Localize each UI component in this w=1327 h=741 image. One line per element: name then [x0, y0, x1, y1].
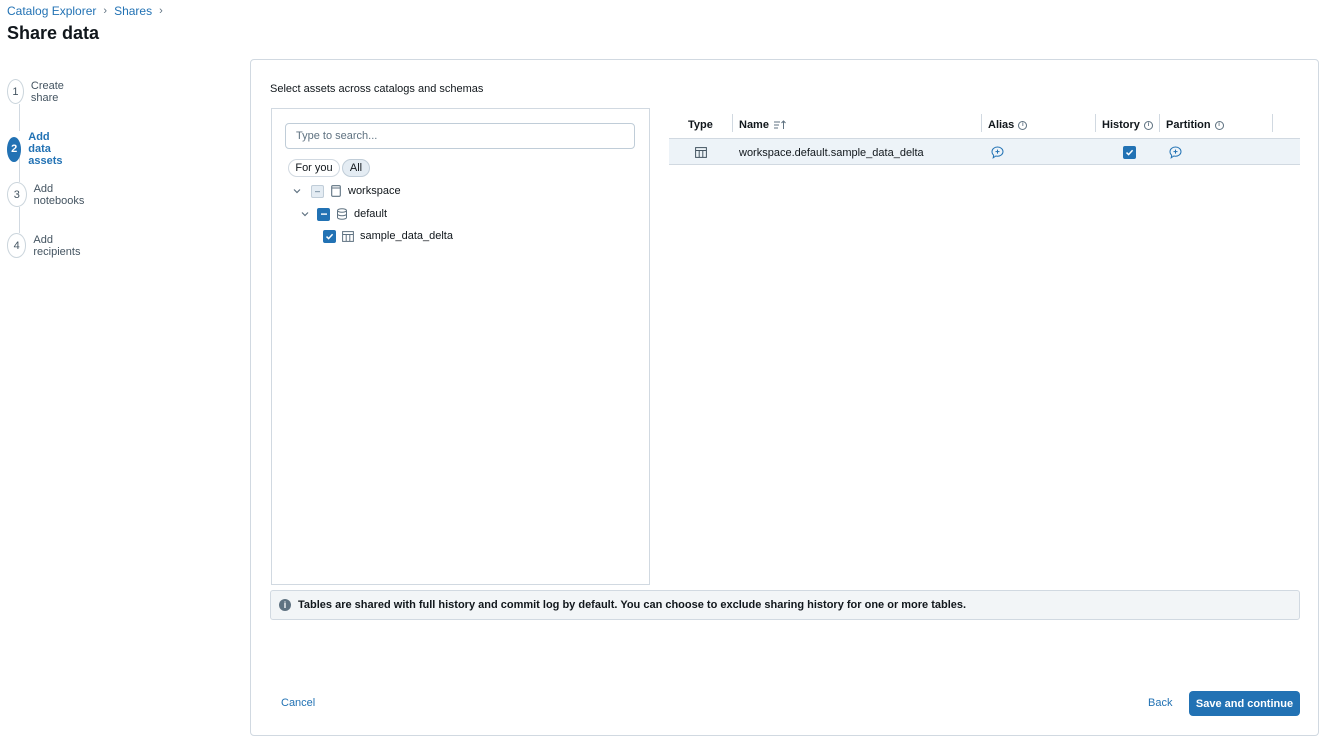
cancel-button[interactable]: Cancel	[281, 697, 315, 709]
checkbox-workspace[interactable]	[311, 184, 324, 198]
column-divider[interactable]	[1159, 114, 1160, 132]
banner-text: Tables are shared with full history and …	[298, 599, 967, 611]
step-create-share[interactable]: 1 Create share	[7, 79, 72, 104]
back-button[interactable]: Back	[1148, 697, 1172, 709]
chevron-right-icon: ›	[103, 5, 108, 17]
filter-for-you[interactable]: For you	[288, 159, 340, 177]
checkbox-default[interactable]	[317, 207, 330, 221]
row-name: workspace.default.sample_data_delta	[739, 146, 924, 159]
breadcrumb: Catalog Explorer › Shares ›	[7, 4, 170, 18]
checkbox-sample-data-delta[interactable]	[323, 229, 336, 243]
step-add-notebooks[interactable]: 3 Add notebooks	[7, 182, 90, 207]
card-subtitle: Select assets across catalogs and schema…	[270, 83, 484, 95]
tree-label: default	[354, 208, 388, 220]
chevron-down-icon[interactable]	[291, 185, 303, 197]
add-partition-icon[interactable]	[1169, 139, 1182, 166]
column-type: Type	[688, 119, 713, 131]
share-data-card: Select assets across catalogs and schema…	[250, 59, 1319, 736]
column-divider[interactable]	[732, 114, 733, 132]
chevron-down-icon[interactable]	[299, 208, 311, 220]
info-icon[interactable]: i	[1018, 120, 1028, 130]
column-divider[interactable]	[1095, 114, 1096, 132]
table-icon	[695, 139, 707, 166]
column-name[interactable]: Name	[739, 112, 786, 138]
schema-icon	[335, 207, 349, 221]
column-alias: Alias i	[988, 112, 1028, 138]
catalog-icon	[329, 184, 343, 198]
check-icon	[1123, 146, 1136, 159]
breadcrumb-shares[interactable]: Shares	[114, 4, 152, 18]
tree-label: sample_data_delta	[360, 230, 453, 242]
step-number: 4	[7, 233, 27, 258]
tree-item-default[interactable]: default	[299, 205, 387, 223]
column-history: History i	[1102, 112, 1153, 138]
info-icon: i	[279, 599, 291, 611]
step-connector	[19, 104, 20, 131]
save-and-continue-button[interactable]: Save and continue	[1189, 691, 1300, 716]
step-add-data-assets[interactable]: 2 Add data assets	[7, 131, 73, 167]
table-icon	[341, 229, 355, 243]
step-number: 3	[7, 182, 27, 207]
table-header: Type Name Alias i History i Partition i	[669, 112, 1300, 138]
sort-ascending-icon[interactable]	[773, 120, 786, 130]
column-alias-label: Alias	[988, 119, 1015, 131]
step-label: Add data assets	[28, 131, 63, 167]
search-input[interactable]	[285, 123, 635, 149]
column-partition: Partition i	[1166, 112, 1224, 138]
add-alias-icon[interactable]	[991, 139, 1004, 166]
tree-item-sample-data-delta[interactable]: sample_data_delta	[323, 227, 453, 245]
step-number: 1	[7, 79, 24, 104]
info-icon[interactable]: i	[1143, 120, 1153, 130]
history-info-banner: i Tables are shared with full history an…	[270, 590, 1300, 620]
asset-tree-panel: For you All workspace	[271, 108, 650, 585]
column-history-label: History	[1102, 119, 1140, 131]
breadcrumb-catalog-explorer[interactable]: Catalog Explorer	[7, 4, 96, 18]
step-number: 2	[7, 136, 22, 162]
column-name-label: Name	[739, 119, 769, 131]
filter-all[interactable]: All	[342, 159, 370, 177]
table-row[interactable]: workspace.default.sample_data_delta	[669, 138, 1300, 165]
tree-item-workspace[interactable]: workspace	[291, 182, 401, 200]
step-connector	[19, 207, 20, 233]
step-add-recipients[interactable]: 4 Add recipients	[7, 233, 86, 258]
column-partition-label: Partition	[1166, 119, 1211, 131]
page-title: Share data	[7, 23, 100, 43]
info-icon[interactable]: i	[1214, 120, 1224, 130]
column-divider[interactable]	[1272, 114, 1273, 132]
step-label: Add notebooks	[33, 182, 85, 207]
history-checkbox[interactable]	[1123, 139, 1136, 166]
chevron-right-icon: ›	[159, 5, 163, 17]
step-label: Create share	[30, 79, 64, 104]
tree-label: workspace	[348, 185, 401, 197]
column-divider[interactable]	[981, 114, 982, 132]
step-label: Add recipients	[33, 233, 81, 258]
